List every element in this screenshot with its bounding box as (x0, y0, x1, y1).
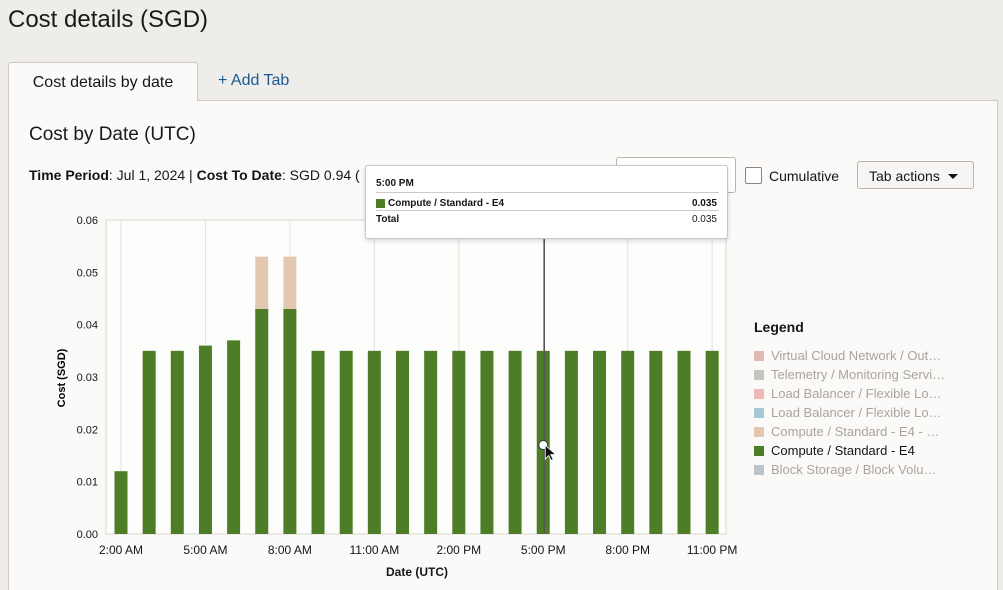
legend-label: Load Balancer / Flexible Lo… (771, 386, 942, 401)
chart-legend: Legend Virtual Cloud Network / Out… Telem… (754, 319, 945, 479)
x-tick-label: 11:00 PM (687, 543, 737, 557)
legend-item[interactable]: Virtual Cloud Network / Out… (754, 346, 945, 365)
page-title: Cost details (SGD) (8, 6, 209, 33)
bar-segment (424, 350, 438, 534)
bar-segment (593, 350, 607, 534)
tooltip-total-row: Total 0.035 (376, 214, 717, 225)
bar-segment (311, 350, 325, 534)
bar-segment (396, 350, 409, 534)
bar-segment (339, 350, 353, 534)
x-axis-title: Date (UTC) (386, 565, 448, 579)
legend-label: Block Storage / Block Volu… (771, 462, 937, 477)
bar-segment (705, 350, 719, 534)
y-tick-label: 0.06 (77, 215, 98, 227)
tooltip-divider (376, 192, 719, 193)
chart-tooltip: 5:00 PM Compute / Standard - E4 0.035 To… (365, 165, 728, 239)
x-axis: 2:00 AM 5:00 AM 8:00 AM 11:00 AM 2:00 PM 5:00… (99, 543, 737, 557)
legend-item[interactable]: Load Balancer / Flexible Lo… (754, 403, 945, 422)
report-panel: Cost by Date (UTC) Time Period: Jul 1, 2… (8, 100, 998, 590)
legend-label: Compute / Standard - E4 - … (771, 424, 940, 439)
y-tick-label: 0.00 (77, 529, 98, 541)
time-period-value: : Jul 1, 2024 | (108, 167, 197, 183)
legend-item[interactable]: Compute / Standard - E4 (754, 441, 945, 460)
bar-segment (452, 350, 466, 534)
tooltip-series-row: Compute / Standard - E4 0.035 (376, 196, 717, 210)
y-tick-label: 0.04 (77, 320, 98, 332)
legend-title: Legend (754, 319, 804, 335)
time-period-label: Time Period (29, 167, 109, 183)
legend-item[interactable]: Telemetry / Monitoring Servi… (754, 365, 945, 384)
bar-segment (255, 256, 269, 309)
cumulative-toggle[interactable]: Cumulative (745, 167, 839, 184)
legend-swatch (754, 407, 764, 418)
tooltip-series-name: Compute / Standard - E4 (388, 197, 505, 209)
tooltip-divider (376, 210, 719, 211)
bar-segment (198, 345, 212, 534)
legend-swatch (754, 388, 764, 399)
y-tick-label: 0.03 (77, 372, 98, 384)
bar-segment (227, 340, 241, 534)
legend-label: Virtual Cloud Network / Out… (771, 348, 942, 363)
y-tick-label: 0.02 (77, 424, 98, 436)
cumulative-label: Cumulative (769, 167, 840, 184)
legend-label: Load Balancer / Flexible Lo… (771, 405, 942, 420)
tab-actions-button[interactable]: Tab actions (857, 161, 974, 189)
tooltip-time: 5:00 PM (376, 178, 414, 189)
bar-segment (142, 350, 156, 534)
legend-label: Compute / Standard - E4 (771, 443, 915, 458)
bar-segment (170, 350, 184, 534)
legend-swatch (754, 350, 764, 361)
tooltip-swatch (376, 198, 385, 208)
x-tick-label: 8:00 PM (605, 543, 650, 557)
bar-segment (283, 256, 297, 309)
x-tick-label: 5:00 PM (521, 543, 566, 557)
x-tick-label: 2:00 AM (99, 543, 143, 557)
bar-segment (114, 471, 128, 534)
section-title: Cost by Date (UTC) (29, 124, 196, 145)
tooltip-series-value: 0.035 (691, 197, 717, 209)
x-tick-label: 5:00 AM (183, 543, 227, 557)
legend-swatch (754, 445, 764, 456)
tab-actions-label: Tab actions (869, 168, 940, 184)
bar-segment (564, 350, 578, 534)
x-tick-label: 8:00 AM (268, 543, 312, 557)
chevron-down-icon (948, 174, 958, 179)
tooltip-total-label: Total (376, 214, 400, 225)
tooltip-total-value: 0.035 (691, 214, 717, 225)
y-axis: 0.00 0.01 0.02 0.03 0.04 0.05 0.06 (77, 215, 98, 541)
cost-to-date-label: Cost To Date (196, 167, 282, 183)
legend-swatch (754, 464, 764, 475)
y-axis-label: Cost (SGD) (56, 348, 68, 407)
bar-segment (255, 308, 269, 534)
legend-label: Telemetry / Monitoring Servi… (771, 367, 946, 382)
legend-item[interactable]: Compute / Standard - E4 - … (754, 422, 945, 441)
y-tick-label: 0.01 (77, 477, 98, 489)
add-tab-link[interactable]: + Add Tab (218, 62, 289, 100)
cost-chart[interactable]: 0.00 0.01 0.02 0.03 0.04 0.05 0.06 2:00 AM 5:00… (9, 201, 749, 586)
legend-swatch (754, 369, 764, 380)
cost-to-date-value: : SGD 0.94 ( (281, 167, 360, 183)
summary-line: Time Period: Jul 1, 2024 | Cost To Date:… (29, 167, 360, 183)
legend-item[interactable]: Block Storage / Block Volu… (754, 460, 945, 479)
legend-item[interactable]: Load Balancer / Flexible Lo… (754, 384, 945, 403)
bar-segment (677, 350, 691, 534)
tab-cost-details-by-date[interactable]: Cost details by date (8, 62, 198, 101)
bar-segment (621, 350, 635, 534)
bar-segment (649, 350, 663, 534)
x-tick-label: 11:00 AM (349, 543, 399, 557)
bar-segment (283, 308, 297, 534)
bar-segment (367, 350, 381, 534)
bar-segment (480, 350, 494, 534)
x-tick-label: 2:00 PM (436, 543, 481, 557)
legend-items: Virtual Cloud Network / Out… Telemetry / … (754, 346, 945, 479)
y-tick-label: 0.05 (77, 267, 98, 279)
bar-segment (508, 350, 522, 534)
cumulative-checkbox[interactable] (745, 167, 762, 184)
legend-swatch (754, 426, 764, 437)
